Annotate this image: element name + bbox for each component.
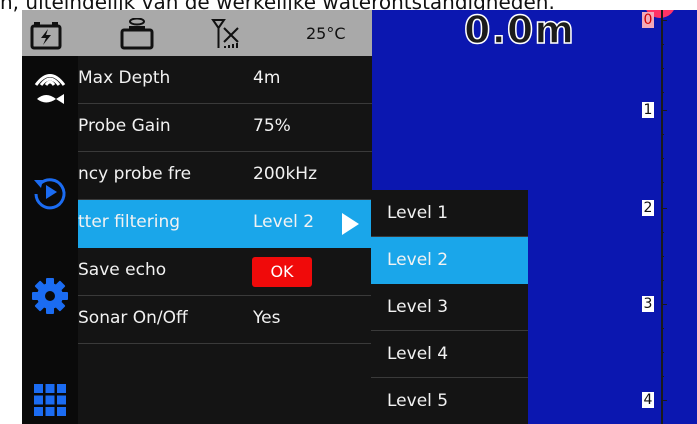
depth-scale-minor-tick [661, 280, 664, 281]
ok-button[interactable]: OK [252, 257, 312, 287]
menu-item-value: Level 2 [253, 212, 315, 232]
depth-scale-minor-tick [661, 376, 664, 377]
menu-item-probe-gain[interactable]: Probe Gain 75% [78, 104, 372, 152]
depth-scale-label-0: 0 [642, 12, 654, 28]
depth-scale-tick [661, 304, 667, 305]
submenu-item-level-1[interactable]: Level 1 [371, 190, 528, 237]
depth-scale-minor-tick [661, 158, 664, 159]
menu-item-max-depth[interactable]: Max Depth 4m [78, 56, 372, 104]
depth-scale-tick [661, 110, 667, 111]
menu-item-value: 75% [253, 116, 291, 136]
submenu-item-label: Level 2 [387, 250, 449, 270]
submenu-item-label: Level 5 [387, 391, 449, 411]
menu-item-probe-frequency[interactable]: ncy probe fre 200kHz [78, 152, 372, 200]
depth-scale: 0 1 2 3 4 [642, 10, 697, 424]
menu-item-label: tter filtering [78, 212, 181, 232]
menu-item-label: Max Depth [78, 68, 171, 88]
filter-level-submenu: Level 1 Level 2 Level 3 Level 4 Level 5 [371, 190, 528, 424]
depth-scale-minor-tick [661, 44, 664, 45]
depth-scale-tick [661, 208, 667, 209]
submenu-item-level-5[interactable]: Level 5 [371, 378, 528, 424]
status-bar: 25°C [22, 10, 372, 56]
depth-scale-minor-tick [661, 352, 664, 353]
replay-icon[interactable] [28, 170, 72, 214]
menu-item-value: 4m [253, 68, 281, 88]
depth-scale-label-4: 4 [642, 392, 654, 408]
depth-scale-minor-tick [661, 92, 664, 93]
menu-item-value: Yes [253, 308, 281, 328]
no-signal-icon [210, 18, 244, 54]
depth-scale-axis [661, 10, 663, 424]
menu-item-label: ncy probe fre [78, 164, 192, 184]
menu-item-label: Sonar On/Off [78, 308, 188, 328]
depth-scale-tick [661, 400, 667, 401]
fishfinder-screen: 25°C Max Depth 4m Probe Gain 75% ncy pro… [22, 10, 697, 424]
depth-scale-minor-tick [661, 232, 664, 233]
menu-item-value: 200kHz [253, 164, 317, 184]
sidebar [22, 56, 78, 424]
depth-scale-minor-tick [661, 134, 664, 135]
depth-scale-minor-tick [661, 256, 664, 257]
submenu-item-label: Level 4 [387, 344, 449, 364]
depth-scale-minor-tick [661, 328, 664, 329]
grid-apps-icon[interactable] [28, 378, 72, 422]
menu-item-sonar-onoff[interactable]: Sonar On/Off Yes [78, 296, 372, 344]
settings-menu: Max Depth 4m Probe Gain 75% ncy probe fr… [78, 56, 372, 424]
depth-scale-label-2: 2 [642, 200, 654, 216]
battery-charging-icon [30, 18, 62, 54]
submenu-item-level-3[interactable]: Level 3 [371, 284, 528, 331]
sonar-probe-battery-icon [120, 17, 154, 54]
depth-scale-tick [661, 20, 667, 21]
menu-item-label: Save echo [78, 260, 167, 280]
menu-item-save-echo[interactable]: Save echo OK [78, 248, 372, 296]
settings-gear-icon[interactable] [28, 274, 72, 318]
depth-scale-minor-tick [661, 68, 664, 69]
submenu-item-level-4[interactable]: Level 4 [371, 331, 528, 378]
submenu-arrow-icon [342, 213, 359, 235]
menu-item-clutter-filtering[interactable]: tter filtering Level 2 [78, 200, 372, 248]
submenu-item-label: Level 3 [387, 297, 449, 317]
submenu-item-label: Level 1 [387, 203, 449, 223]
depth-scale-minor-tick [661, 182, 664, 183]
submenu-item-level-2[interactable]: Level 2 [371, 237, 528, 284]
temperature-readout: 25°C [306, 24, 346, 43]
depth-readout: 0.0m [463, 10, 575, 53]
depth-scale-label-3: 3 [642, 296, 654, 312]
sonar-fish-icon[interactable] [28, 66, 72, 110]
menu-item-label: Probe Gain [78, 116, 171, 136]
depth-scale-label-1: 1 [642, 102, 654, 118]
